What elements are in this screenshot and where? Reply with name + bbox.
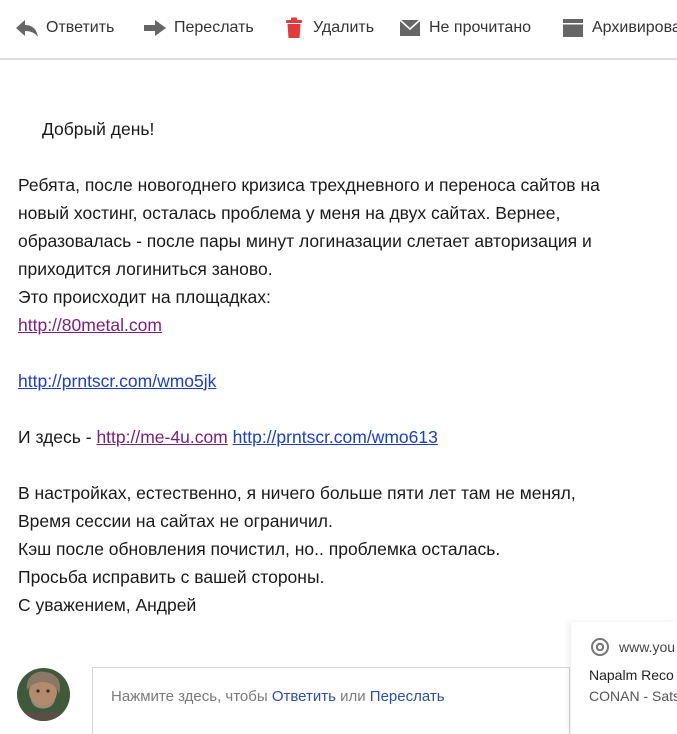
body-line: новый хостинг, осталась проблема у меня … [18, 203, 561, 223]
browser-notification[interactable]: www.you Napalm Reco CONAN - Sats [571, 622, 677, 734]
reply-label: Ответить [46, 19, 115, 36]
message-body: Добрый день! Ребята, после новогоднего к… [18, 115, 668, 619]
trash-icon [281, 16, 307, 40]
forward-arrow-icon [142, 16, 168, 40]
link-me-4u[interactable]: http://me-4u.com [96, 427, 227, 447]
signature: С уважением, Андрей [18, 595, 197, 615]
quick-reply-link[interactable]: Ответить [272, 688, 336, 705]
link-prntscr-wmo5jk[interactable]: http://prntscr.com/wmo5jk [18, 371, 216, 391]
notification-title: Napalm Reco [589, 667, 674, 683]
reply-prompt: Нажмите здесь, чтобы Ответить или Пересл… [111, 688, 445, 705]
quick-reply-box[interactable]: Нажмите здесь, чтобы Ответить или Пересл… [92, 667, 570, 734]
unread-label: Не прочитано [429, 19, 532, 36]
body-line: В настройках, естественно, я ничего боль… [18, 483, 576, 503]
notification-source: www.you [591, 638, 675, 656]
body-line: Это происходит на площадках: [18, 287, 271, 307]
link-80metal[interactable]: http://80metal.com [18, 315, 162, 335]
notification-source-text: www.you [619, 639, 676, 655]
reply-prompt-text: Нажмите здесь, чтобы [111, 688, 272, 705]
body-line: Кэш после обновления почистил, но.. проб… [18, 539, 501, 559]
avatar [17, 668, 70, 721]
delete-button[interactable]: Удалить [281, 16, 374, 40]
archive-label: Архивирова [592, 19, 677, 36]
reply-arrow-icon [14, 16, 40, 40]
reply-button[interactable]: Ответить [14, 16, 114, 40]
here-line: И здесь - http://me-4u.com http://prntsc… [18, 423, 668, 451]
message-toolbar: Ответить Переслать Удалить Не прочитано … [0, 0, 677, 60]
delete-label: Удалить [313, 19, 375, 36]
notification-body: CONAN - Sats [589, 688, 677, 704]
mark-unread-button[interactable]: Не прочитано [397, 16, 531, 40]
chrome-icon [591, 638, 609, 656]
body-line: Просьба исправить с вашей стороны. [18, 567, 325, 587]
body-line: Ребята, после новогоднего кризиса трехдн… [18, 175, 600, 195]
archive-button[interactable]: Архивирова [560, 16, 677, 40]
greeting-text: Добрый день! [42, 119, 155, 139]
body-line: Время сессии на сайтах не ограничил. [18, 511, 333, 531]
quick-forward-link[interactable]: Переслать [370, 688, 445, 705]
here-prefix: И здесь - [18, 427, 97, 447]
link-prntscr-wmo613[interactable]: http://prntscr.com/wmo613 [233, 427, 438, 447]
forward-button[interactable]: Переслать [142, 16, 254, 40]
archive-box-icon [560, 16, 586, 40]
body-line: приходится логиниться заново. [18, 259, 273, 279]
body-line: образовалась - после пары минут логиназа… [18, 231, 592, 251]
reply-or-text: или [335, 688, 370, 705]
forward-label: Переслать [174, 19, 254, 36]
mail-view: Ответить Переслать Удалить Не прочитано … [0, 0, 677, 734]
envelope-icon [397, 16, 423, 40]
